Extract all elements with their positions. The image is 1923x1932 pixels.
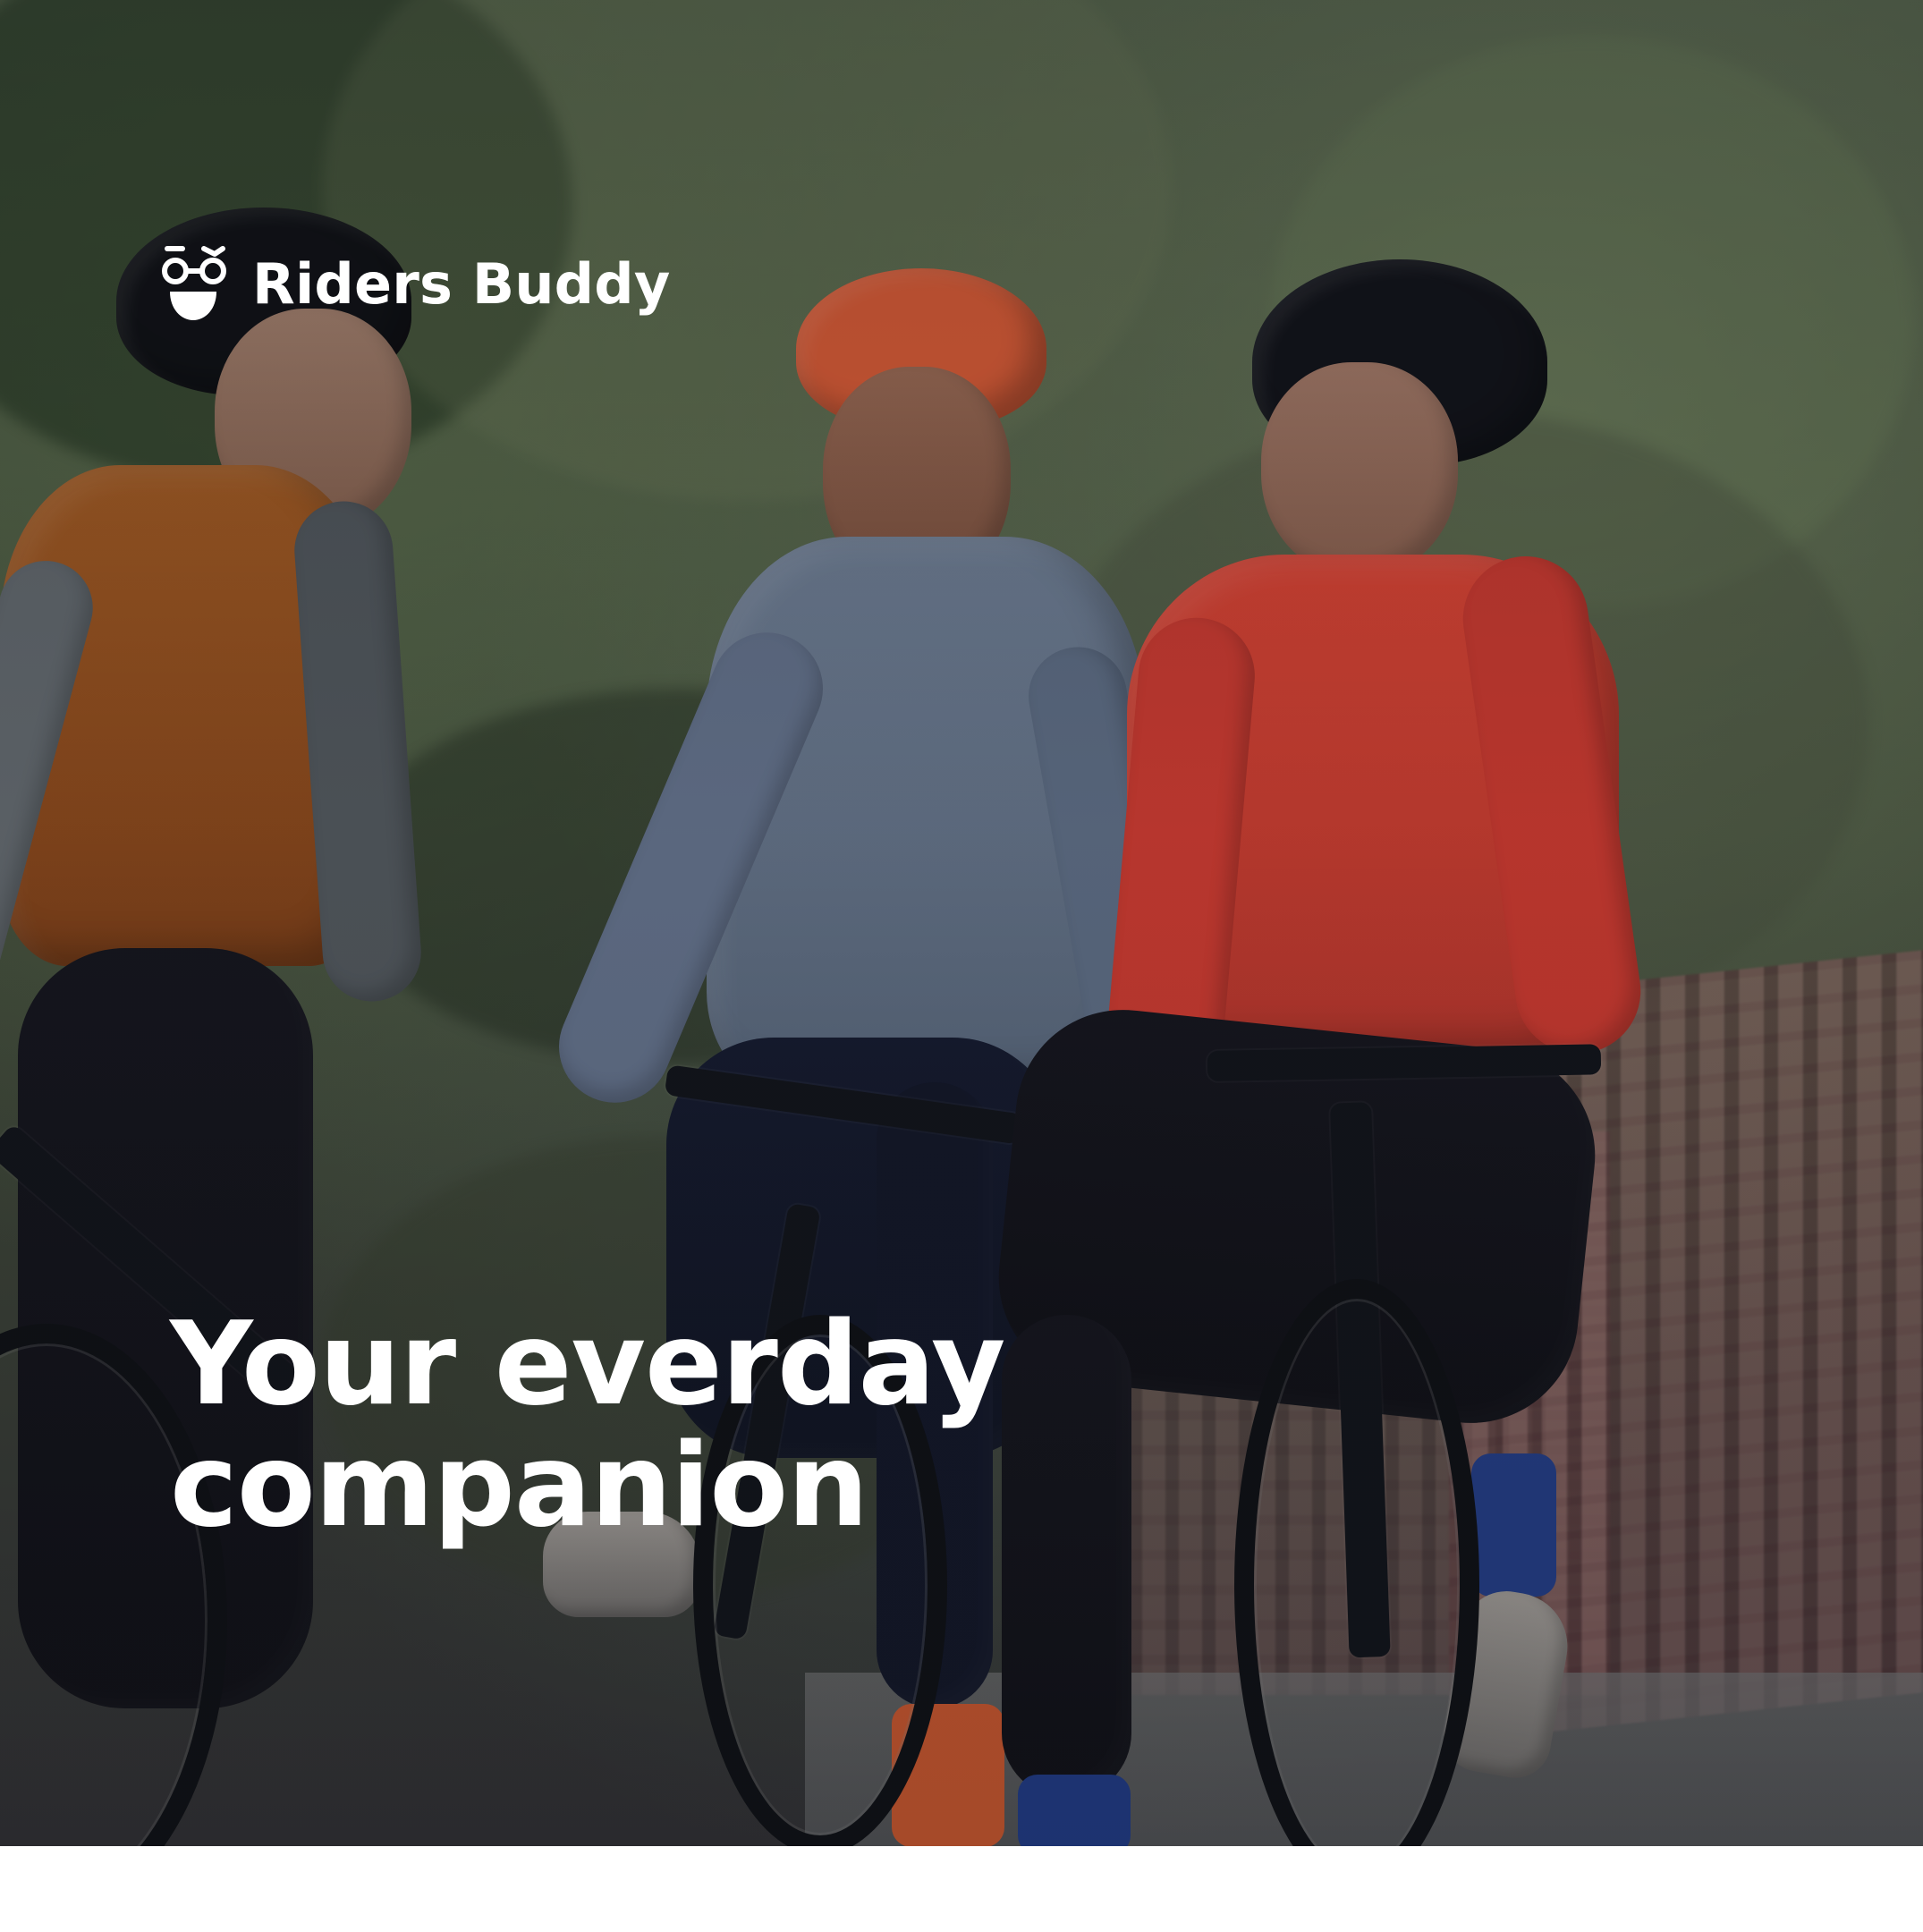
hero-photo: Riders Buddy Your everday companion: [0, 0, 1923, 1846]
brand-name: Riders Buddy: [252, 251, 671, 317]
hero-headline-line: Your everday: [170, 1298, 1005, 1431]
brand-logo: Riders Buddy: [152, 243, 670, 326]
hero-headline: Your everday companion: [170, 1304, 1046, 1546]
app-landing-screen: Riders Buddy Your everday companion: [0, 0, 1923, 1932]
hero-headline-line: companion: [170, 1419, 868, 1553]
riders-buddy-face-icon: [162, 246, 226, 320]
